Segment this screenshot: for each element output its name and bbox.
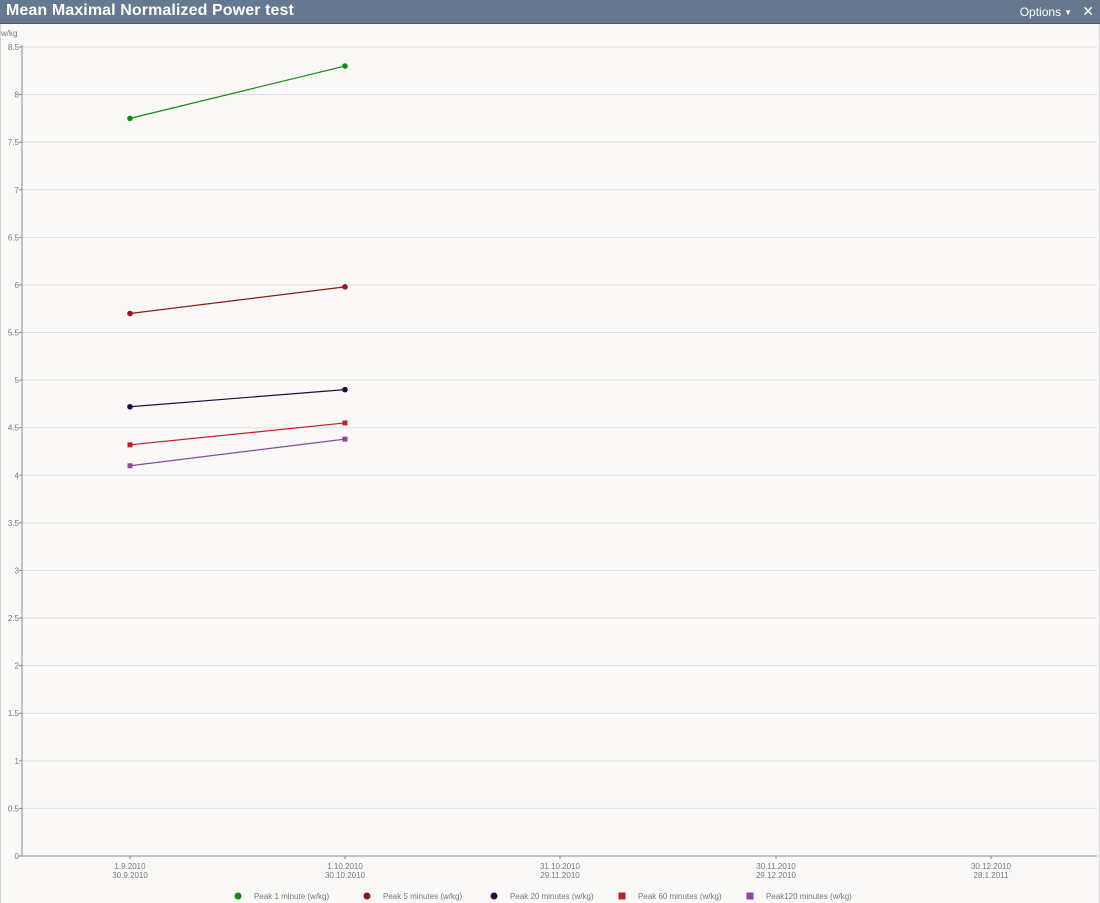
series-line xyxy=(129,438,346,467)
x-tick-label: 29.11.2010 xyxy=(540,871,580,880)
x-tick-label: 28.1.2011 xyxy=(974,871,1010,880)
data-point xyxy=(342,284,348,290)
data-point xyxy=(342,436,348,442)
close-icon[interactable]: ✕ xyxy=(1082,2,1094,20)
series-line xyxy=(129,286,346,315)
y-tick-label: 5.5 xyxy=(8,329,20,338)
legend-marker xyxy=(746,892,754,900)
legend-marker xyxy=(490,892,498,900)
y-axis-tick-labels: 0 0.5 1 1.5 2 2.5 3 3.5 4 4.5 5 5.5 6 6.5 7 7.5 8 8.5 w/kg xyxy=(0,29,20,861)
chevron-down-icon: ▼ xyxy=(1064,8,1072,17)
y-tick-label: 4 xyxy=(15,471,20,480)
window-title: Mean Maximal Normalized Power test xyxy=(6,2,294,19)
data-point xyxy=(342,420,348,426)
series-line xyxy=(129,389,346,408)
y-axis-unit-label: w/kg xyxy=(0,29,17,38)
y-tick-label: 7 xyxy=(15,186,20,195)
x-tick-label: 31.10.2010 xyxy=(540,862,581,871)
y-tick-label: 2 xyxy=(15,662,20,671)
series-line xyxy=(129,422,346,446)
data-point xyxy=(342,386,348,393)
y-tick-label: 4.5 xyxy=(8,424,20,433)
data-point xyxy=(127,463,133,469)
x-tick-label: 30.11.2010 xyxy=(756,862,796,871)
data-point xyxy=(127,442,133,448)
legend-marker xyxy=(363,892,371,900)
data-point xyxy=(342,63,348,69)
y-tick-label: 0.5 xyxy=(8,804,20,813)
x-tick-label: 1.9.2010 xyxy=(114,862,146,871)
x-axis-tick-labels: 1.9.201030.9.2010 1.10.201030.10.2010 31.1… xyxy=(112,862,1011,880)
y-tick-label: 1.5 xyxy=(8,709,20,718)
data-point xyxy=(127,115,133,122)
y-tick-label: 1 xyxy=(15,757,20,766)
series-1 xyxy=(127,63,348,122)
y-tick-label: 6 xyxy=(15,281,20,290)
legend-label: Peak 60 minutes (w/kg) xyxy=(638,892,722,901)
y-tick-label: 6.5 xyxy=(8,233,20,242)
legend: Peak 1 minute (w/kg) Peak 5 minutes (w/kg… xyxy=(234,892,852,901)
y-tick-label: 8 xyxy=(15,91,20,100)
legend-item: Peak 60 minutes (w/kg) xyxy=(618,892,722,901)
legend-label: Peak120 minutes (w/kg) xyxy=(766,892,852,901)
line-chart: 0 0.5 1 1.5 2 2.5 3 3.5 4 4.5 5 5.5 6 6.5 7 7.5 8 8.5 w/kg… xyxy=(0,29,1097,901)
legend-item: Peak120 minutes (w/kg) xyxy=(746,892,852,901)
legend-marker xyxy=(234,892,242,900)
legend-marker xyxy=(618,892,626,900)
series-2 xyxy=(127,284,348,317)
options-label: Options xyxy=(1019,5,1062,19)
legend-label: Peak 5 minutes (w/kg) xyxy=(383,892,462,901)
series-3 xyxy=(127,386,348,410)
options-menu-button[interactable]: Options ▼ xyxy=(1020,5,1072,19)
y-tick-label: 7.5 xyxy=(8,138,20,147)
series-line xyxy=(129,65,346,119)
legend-item: Peak 20 minutes (w/kg) xyxy=(490,892,594,901)
series xyxy=(127,63,348,469)
y-tick-label: 3.5 xyxy=(8,519,20,528)
x-tick-label: 1.10.2010 xyxy=(327,862,363,871)
data-point xyxy=(127,310,133,317)
window-titlebar: Mean Maximal Normalized Power test Optio… xyxy=(0,0,1100,24)
y-tick-label: 2.5 xyxy=(8,614,20,623)
x-tick-label: 30.10.2010 xyxy=(325,871,366,880)
legend-label: Peak 20 minutes (w/kg) xyxy=(510,892,594,901)
y-tick-label: 5 xyxy=(15,376,20,385)
legend-item: Peak 5 minutes (w/kg) xyxy=(363,892,462,901)
x-tick-label: 30.12.2010 xyxy=(971,862,1012,871)
axes xyxy=(19,45,1097,859)
y-tick-label: 0 xyxy=(15,852,20,861)
x-tick-label: 30.9.2010 xyxy=(112,871,148,880)
x-tick-label: 29.12.2010 xyxy=(756,871,797,880)
y-tick-label: 3 xyxy=(15,566,20,575)
grid xyxy=(22,46,1097,809)
data-point xyxy=(127,403,133,410)
legend-label: Peak 1 minute (w/kg) xyxy=(254,892,329,901)
y-tick-label: 8.5 xyxy=(8,43,20,52)
legend-item: Peak 1 minute (w/kg) xyxy=(234,892,329,901)
